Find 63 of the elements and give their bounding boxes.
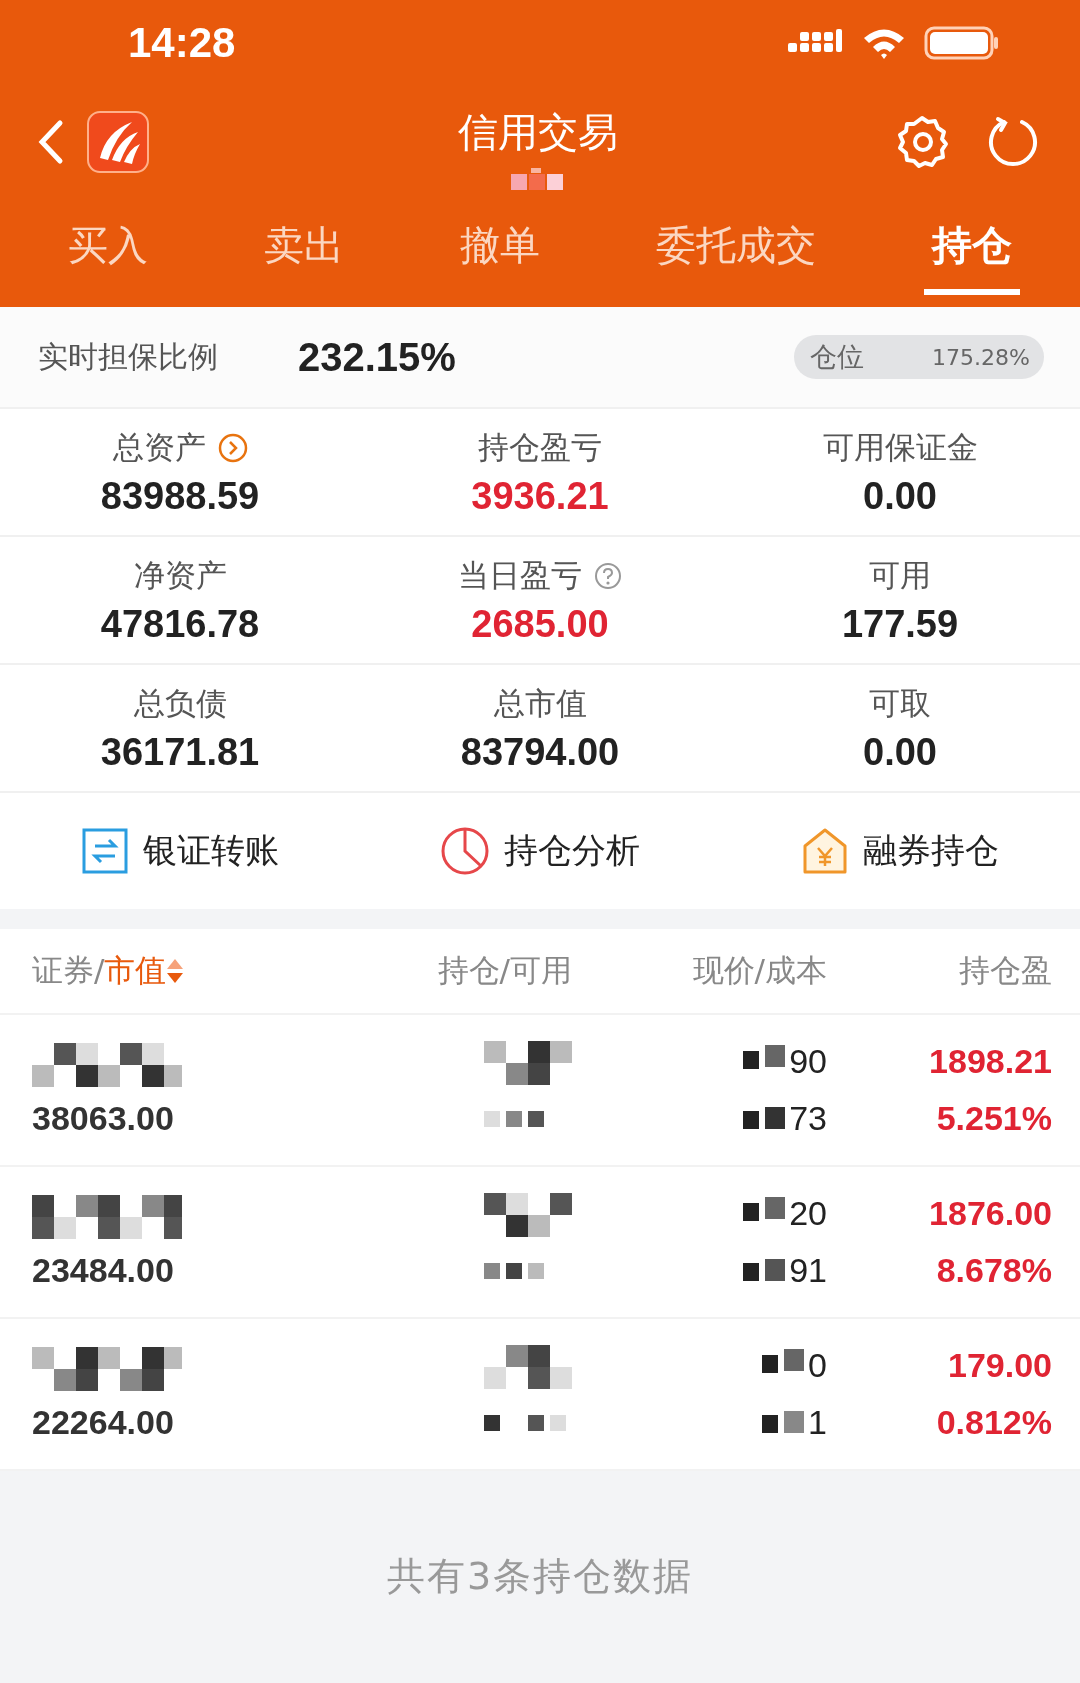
footer-summary: 共有3条持仓数据 (386, 1553, 694, 1600)
stat-value: 2685.00 (471, 602, 609, 646)
chevron-circle-icon[interactable] (217, 432, 248, 463)
stat-value: 47816.78 (100, 602, 260, 646)
action-button[interactable]: 融券持仓 (795, 822, 1006, 880)
pixelated-mosaic-drawing (511, 167, 565, 190)
stat-value: 83988.59 (100, 474, 260, 518)
tab[interactable]: 买入 (60, 208, 156, 295)
market-value: 22264.00 (32, 1402, 175, 1442)
position-pill: 仓位 175.28% (794, 335, 1044, 379)
profit-percent: 0.812% (936, 1403, 1052, 1442)
help-icon[interactable] (594, 561, 622, 590)
ratio-label: 实时担保比例 (38, 337, 219, 376)
tab[interactable]: 委托成交 (648, 208, 824, 295)
stat-label: 总资产 (112, 427, 206, 467)
stat-value: 83794.00 (460, 730, 620, 774)
cost-price: 91 (789, 1251, 827, 1290)
sort-icon[interactable] (166, 957, 185, 985)
stat-label: 持仓盈亏 (478, 427, 602, 467)
market-value: 38063.00 (32, 1098, 175, 1138)
stat-label: 当日盈亏 (458, 555, 582, 595)
profit-amount: 1876.00 (929, 1194, 1052, 1233)
action-button[interactable]: 银证转账 (74, 823, 285, 879)
ratio-value: 232.15% (298, 334, 457, 380)
cost-price: 1 (808, 1403, 827, 1442)
wifi-icon (862, 27, 906, 59)
sort-column-header[interactable]: 市值 (104, 950, 167, 992)
stat-label: 总市值 (493, 683, 587, 723)
stat-label: 可用保证金 (822, 427, 978, 467)
stat-label: 可取 (869, 683, 931, 723)
house-yen-icon (801, 826, 850, 876)
stat-label: 总负债 (133, 683, 227, 723)
column-header: 持仓/可用 (436, 951, 572, 990)
stat-value: 177.59 (841, 602, 959, 646)
stat-value: 0.00 (863, 474, 937, 518)
refresh-icon[interactable] (986, 115, 1040, 169)
profit-percent: 5.251% (936, 1099, 1052, 1138)
app-logo-icon (86, 110, 150, 174)
transfer-icon (80, 827, 129, 875)
column-header: 现价/成本 (691, 951, 827, 990)
page-title: 信用交易 (458, 107, 618, 157)
tab[interactable]: 卖出 (256, 208, 352, 295)
cost-price: 73 (789, 1099, 827, 1138)
tab[interactable]: 持仓 (924, 208, 1020, 295)
stat-value: 36171.81 (100, 730, 260, 774)
column-header: 持仓盈 (958, 951, 1052, 990)
battery-icon (924, 26, 1000, 60)
current-price: 20 (789, 1194, 827, 1233)
profit-amount: 1898.21 (929, 1042, 1052, 1081)
stat-value: 0.00 (863, 730, 937, 774)
stat-label: 可用 (869, 555, 931, 595)
pie-chart-icon (440, 826, 490, 876)
profit-percent: 8.678% (936, 1251, 1052, 1290)
stat-value: 3936.21 (471, 474, 609, 518)
profit-amount: 179.00 (948, 1346, 1052, 1385)
current-price: 90 (789, 1042, 827, 1081)
column-header: 证券/ (32, 951, 105, 990)
market-value: 23484.00 (32, 1250, 175, 1290)
current-price: 0 (808, 1346, 827, 1385)
tab[interactable]: 撤单 (452, 208, 548, 295)
status-time: 14:28 (128, 19, 236, 67)
action-button[interactable]: 持仓分析 (434, 822, 646, 880)
stat-label: 净资产 (133, 555, 227, 595)
